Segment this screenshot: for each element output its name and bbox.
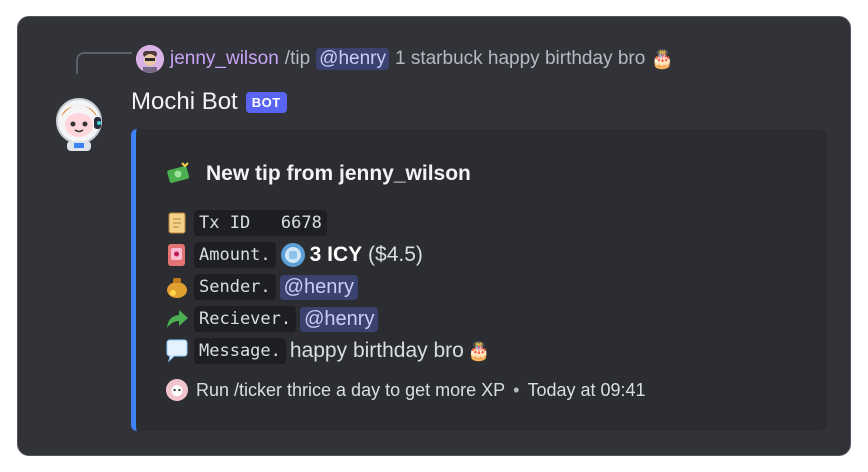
amount-value: 3 ICY ($4.5) [309, 243, 423, 266]
field-amount: Amount. 3 ICY ($4.5) [164, 240, 423, 270]
reply-username[interactable]: jenny_wilson [170, 48, 279, 70]
reply-connector [76, 52, 132, 74]
money-bag-icon [164, 274, 190, 300]
bot-badge: BOT [245, 91, 287, 113]
tx-id-code: Tx ID 6678 [194, 210, 327, 236]
user-avatar[interactable] [136, 45, 164, 73]
embed-title: New tip from jenny_wilson [166, 161, 471, 187]
amount-label: Amount. [194, 242, 276, 268]
reply-preview[interactable]: jenny_wilson /tip @henry 1 starbuck happ… [136, 43, 674, 75]
footer-separator: • [513, 379, 520, 400]
wallet-icon [164, 242, 190, 268]
money-icon [166, 161, 192, 187]
cake-icon: 🎂 [467, 340, 491, 361]
cake-icon: 🎂 [651, 48, 674, 69]
arrow-icon [164, 306, 190, 332]
reply-command: /tip [284, 48, 311, 69]
embed-title-text: New tip from jenny_wilson [206, 162, 471, 185]
discord-message-card: jenny_wilson /tip @henry 1 starbuck happ… [17, 16, 851, 456]
receiver-mention[interactable]: @henry [300, 306, 379, 332]
field-sender: Sender. @henry [164, 272, 358, 302]
reply-text: 1 starbuck happy birthday bro [394, 48, 646, 69]
footer-text: Run /ticker thrice a day to get more XP [196, 379, 506, 400]
icy-token-icon [280, 242, 306, 268]
embed-footer: Run /ticker thrice a day to get more XP … [166, 379, 646, 401]
message-header: Mochi Bot BOT [131, 87, 287, 117]
sender-label: Sender. [194, 274, 276, 300]
field-tx-id: Tx ID 6678 [164, 208, 327, 238]
footer-timestamp: Today at 09:41 [527, 379, 646, 400]
receiver-label: Reciever. [194, 306, 297, 332]
message-label: Message. [194, 338, 286, 364]
field-receiver: Reciever. @henry [164, 304, 379, 334]
message-value: happy birthday bro [289, 339, 464, 362]
bot-avatar[interactable] [50, 95, 108, 153]
tip-embed: New tip from jenny_wilson Tx ID 6678 Amo… [131, 129, 827, 431]
speech-bubble-icon [164, 338, 190, 364]
scroll-icon [164, 210, 190, 236]
field-message: Message. happy birthday bro 🎂 [164, 336, 490, 366]
bot-name[interactable]: Mochi Bot [131, 88, 238, 116]
sender-mention[interactable]: @henry [279, 274, 358, 300]
reply-mention[interactable]: @henry [316, 48, 389, 70]
footer-avatar [166, 379, 188, 401]
